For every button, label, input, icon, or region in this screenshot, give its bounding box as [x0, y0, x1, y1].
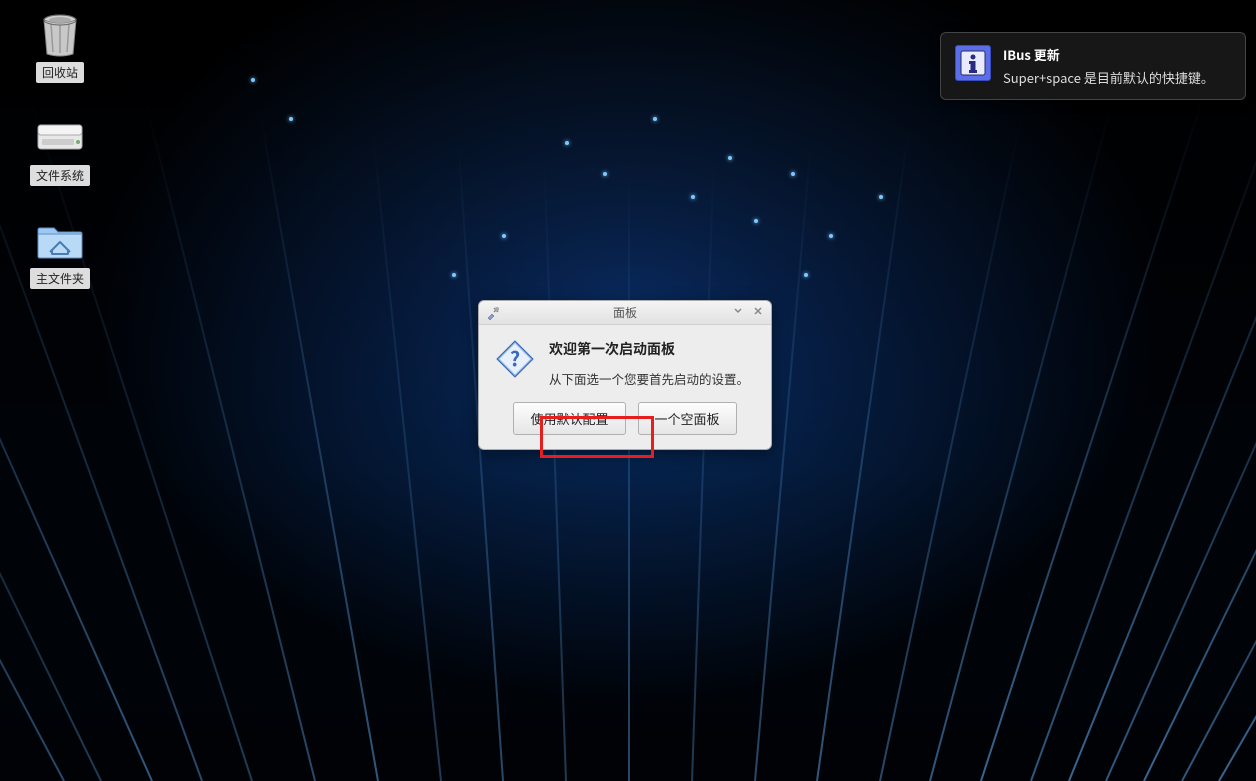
- one-empty-panel-button[interactable]: 一个空面板: [638, 402, 737, 435]
- desktop-icon-label: 文件系统: [30, 165, 90, 186]
- desktop-icon-trash[interactable]: 回收站: [20, 10, 100, 83]
- notification-body: Super+space 是目前默认的快捷键。: [1003, 68, 1214, 87]
- notification-title: IBus 更新: [1003, 45, 1214, 64]
- desktop-icon-label: 回收站: [36, 62, 84, 83]
- dialog-titlebar[interactable]: 面板: [479, 301, 771, 325]
- dialog-message: 从下面选一个您要首先启动的设置。: [549, 369, 749, 388]
- home-folder-icon: [36, 216, 84, 264]
- dialog-title: 面板: [613, 304, 637, 321]
- desktop-icon-label: 主文件夹: [30, 268, 90, 289]
- trash-icon: [36, 10, 84, 58]
- question-icon: ?: [495, 339, 535, 379]
- drive-icon: [36, 113, 84, 161]
- minimize-button[interactable]: [731, 304, 745, 318]
- svg-text:?: ?: [510, 343, 520, 372]
- panel-first-run-dialog: 面板 ? 欢迎第一次启动面板 从下面选一个您要首先启动的设置。: [478, 300, 772, 450]
- desktop-icon-area: 回收站 文件系统 主文件夹: [20, 10, 100, 289]
- desktop-icon-home[interactable]: 主文件夹: [20, 216, 100, 289]
- ibus-update-notification[interactable]: IBus 更新 Super+space 是目前默认的快捷键。: [940, 32, 1246, 100]
- close-button[interactable]: [751, 304, 765, 318]
- dialog-heading: 欢迎第一次启动面板: [549, 339, 749, 359]
- info-icon: [955, 45, 991, 81]
- use-default-config-button[interactable]: 使用默认配置: [513, 402, 625, 435]
- desktop-icon-filesystem[interactable]: 文件系统: [20, 113, 100, 186]
- panel-settings-icon: [485, 305, 501, 325]
